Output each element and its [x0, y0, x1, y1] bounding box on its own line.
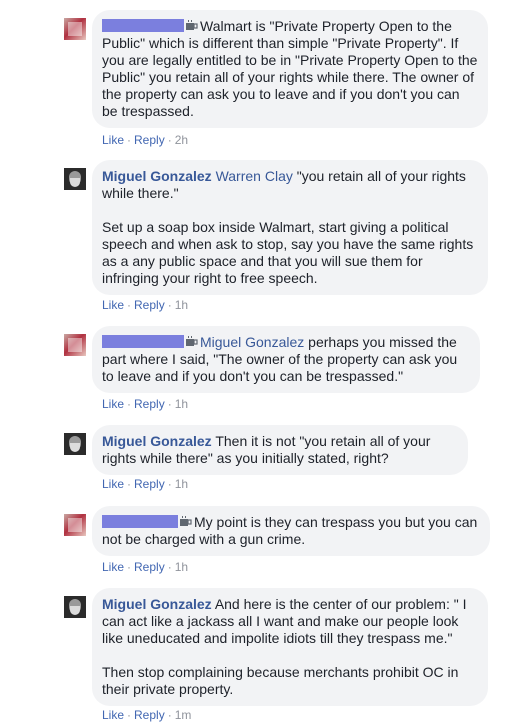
- comment-bubble: Walmart is "Private Property Open to the…: [92, 10, 488, 128]
- comment-bubble: Miguel Gonzalez And here is the center o…: [92, 588, 488, 706]
- avatar[interactable]: [64, 334, 86, 356]
- comment-actions: Like · Reply · 1h: [102, 397, 189, 411]
- comment-text: "you retain all of your rights while the…: [102, 168, 474, 286]
- like-link[interactable]: Like: [102, 298, 124, 312]
- mention-link[interactable]: Miguel Gonzalez: [200, 334, 304, 350]
- comment-actions: Like · Reply · 1h: [102, 477, 189, 491]
- coffee-cup-icon: [180, 516, 192, 526]
- comment-timestamp[interactable]: 1h: [175, 298, 188, 312]
- avatar[interactable]: [64, 514, 86, 536]
- redacted-author-name: [102, 19, 184, 32]
- mention-link[interactable]: Warren Clay: [216, 168, 293, 184]
- reply-link[interactable]: Reply: [134, 298, 165, 312]
- comment-text: Walmart is "Private Property Open to the…: [102, 18, 482, 119]
- comment-timestamp[interactable]: 1h: [175, 560, 188, 574]
- like-link[interactable]: Like: [102, 397, 124, 411]
- comment-bubble: My point is they can trespass you but yo…: [92, 506, 490, 556]
- comment-actions: Like · Reply · 1h: [102, 298, 189, 312]
- reply-link[interactable]: Reply: [134, 560, 165, 574]
- avatar[interactable]: [64, 18, 86, 40]
- comment-actions: Like · Reply · 1h: [102, 560, 189, 574]
- avatar[interactable]: [64, 433, 86, 455]
- comment-bubble: Miguel Gonzalez perhaps you missed the p…: [92, 326, 480, 393]
- comment-actions: Like · Reply · 1m: [102, 708, 192, 722]
- comment-author[interactable]: Miguel Gonzalez: [102, 168, 212, 184]
- like-link[interactable]: Like: [102, 133, 124, 147]
- comment-timestamp[interactable]: 1h: [175, 397, 188, 411]
- comment-timestamp[interactable]: 1h: [175, 477, 188, 491]
- redacted-author-name: [102, 335, 184, 348]
- comment-bubble: Miguel Gonzalez Then it is not "you reta…: [92, 425, 468, 475]
- reply-link[interactable]: Reply: [134, 708, 165, 722]
- comment-author[interactable]: Miguel Gonzalez: [102, 596, 212, 612]
- comment-actions: Like · Reply · 2h: [102, 133, 189, 147]
- comment-bubble: Miguel Gonzalez Warren Clay "you retain …: [92, 160, 488, 295]
- reply-link[interactable]: Reply: [134, 133, 165, 147]
- coffee-cup-icon: [186, 336, 198, 346]
- avatar[interactable]: [64, 168, 86, 190]
- redacted-author-name: [102, 515, 178, 528]
- comment-timestamp[interactable]: 1m: [175, 708, 192, 722]
- comment-author[interactable]: Miguel Gonzalez: [102, 433, 212, 449]
- coffee-cup-icon: [186, 20, 198, 30]
- like-link[interactable]: Like: [102, 560, 124, 574]
- reply-link[interactable]: Reply: [134, 477, 165, 491]
- like-link[interactable]: Like: [102, 708, 124, 722]
- like-link[interactable]: Like: [102, 477, 124, 491]
- reply-link[interactable]: Reply: [134, 397, 165, 411]
- avatar[interactable]: [64, 596, 86, 618]
- comment-timestamp[interactable]: 2h: [175, 133, 188, 147]
